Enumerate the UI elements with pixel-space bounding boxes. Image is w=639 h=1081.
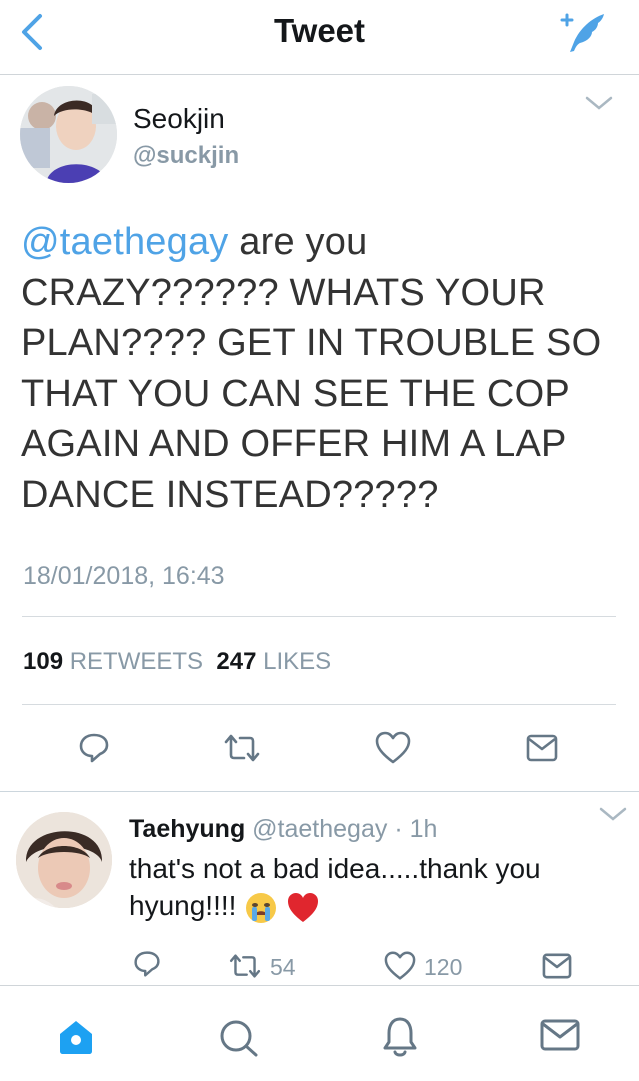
likes-label: LIKES	[263, 648, 332, 675]
page-title: Tweet	[273, 12, 366, 49]
author-name[interactable]: Seokjin	[133, 103, 225, 135]
like-heart-icon[interactable]	[375, 731, 411, 765]
mention-link[interactable]: @taethegay	[21, 221, 229, 263]
reply-retweet-count: 54	[270, 954, 296, 980]
home-icon[interactable]	[56, 1018, 96, 1056]
reply-author-handle[interactable]: @taethegay	[252, 815, 387, 843]
retweets-label: RETWEETS	[69, 648, 204, 675]
chevron-down-icon[interactable]	[584, 93, 614, 113]
compose-feather-icon[interactable]	[552, 8, 610, 56]
reply-author-name[interactable]: Taehyung	[129, 815, 245, 843]
tweet-body: are you CRAZY?????? WHATS YOUR PLAN???? …	[21, 221, 602, 516]
likes-count: 247	[216, 648, 257, 675]
reply-header: Taehyung @taethegay · 1h	[129, 815, 437, 844]
author-avatar[interactable]	[20, 86, 117, 183]
retweet-icon[interactable]	[222, 733, 262, 763]
divider	[22, 704, 616, 705]
reply-icon[interactable]	[133, 950, 161, 978]
like-heart-icon[interactable]	[384, 951, 416, 981]
notifications-icon[interactable]	[382, 1016, 418, 1058]
share-message-icon[interactable]	[541, 952, 573, 980]
retweet-icon[interactable]	[226, 953, 264, 979]
divider	[22, 616, 616, 617]
reply-author-avatar[interactable]	[16, 812, 112, 908]
reply-like-count: 120	[424, 954, 463, 980]
reply-text: that's not a bad idea.....thank you hyun…	[129, 850, 609, 925]
chevron-down-icon[interactable]	[598, 804, 628, 824]
tweet-stats[interactable]: 109 RETWEETS 247 LIKES	[23, 648, 331, 676]
top-nav-bar: Tweet	[0, 0, 639, 75]
crying-face-emoji-icon	[246, 892, 277, 923]
tweet-timestamp: 18/01/2018, 16:43	[23, 562, 225, 590]
search-icon[interactable]	[218, 1018, 260, 1058]
retweets-count: 109	[23, 648, 64, 675]
share-message-icon[interactable]	[526, 733, 558, 763]
separator-dot: ·	[394, 815, 403, 843]
red-heart-emoji-icon	[287, 892, 318, 922]
reply-body: that's not a bad idea.....thank you hyun…	[129, 853, 541, 921]
reply-time: 1h	[409, 815, 438, 843]
section-divider	[0, 791, 639, 792]
messages-icon[interactable]	[540, 1018, 580, 1052]
bottom-tab-bar	[0, 985, 639, 1081]
tweet-text: @taethegay are you CRAZY?????? WHATS YOU…	[21, 217, 621, 520]
author-handle[interactable]: @suckjin	[133, 142, 239, 170]
reply-icon[interactable]	[78, 732, 110, 764]
